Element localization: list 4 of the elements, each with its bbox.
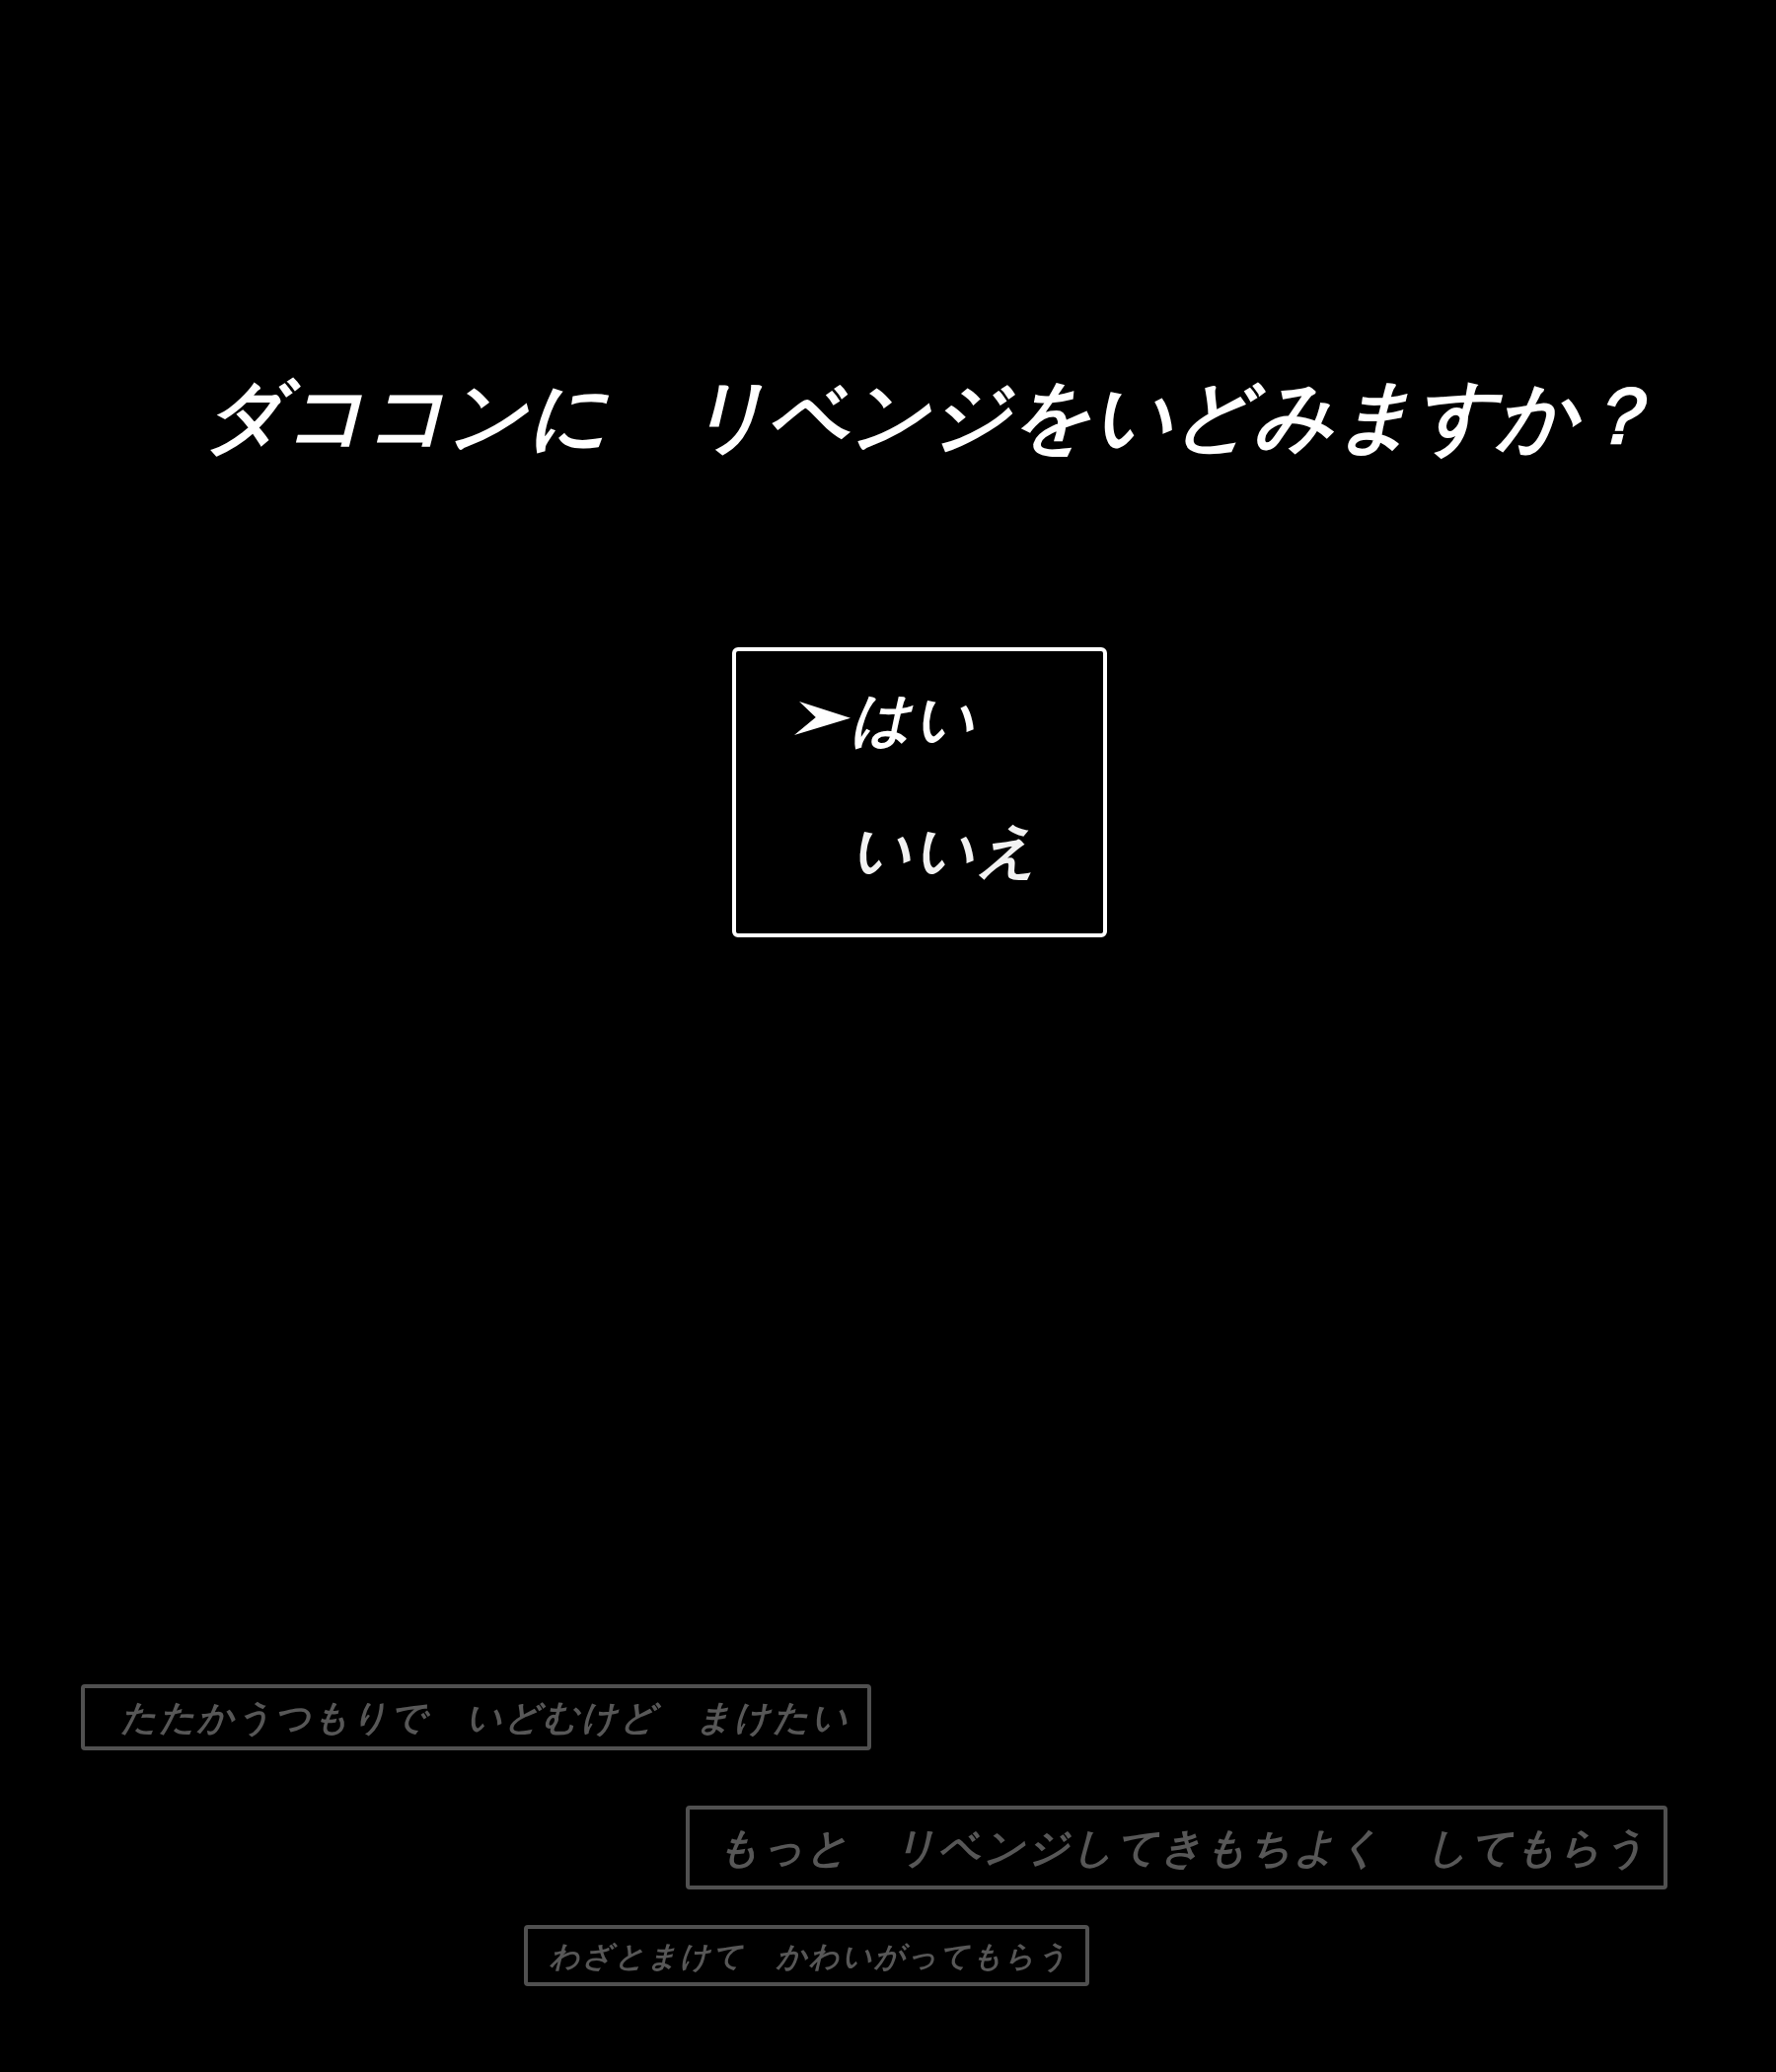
menu-option[interactable]: はい [851, 683, 977, 754]
cursor-arrow-icon [794, 702, 851, 735]
question-text: ダココンに リベンジをいどみますか？ [204, 373, 1657, 460]
menu-option[interactable]: いいえ [851, 814, 1040, 885]
